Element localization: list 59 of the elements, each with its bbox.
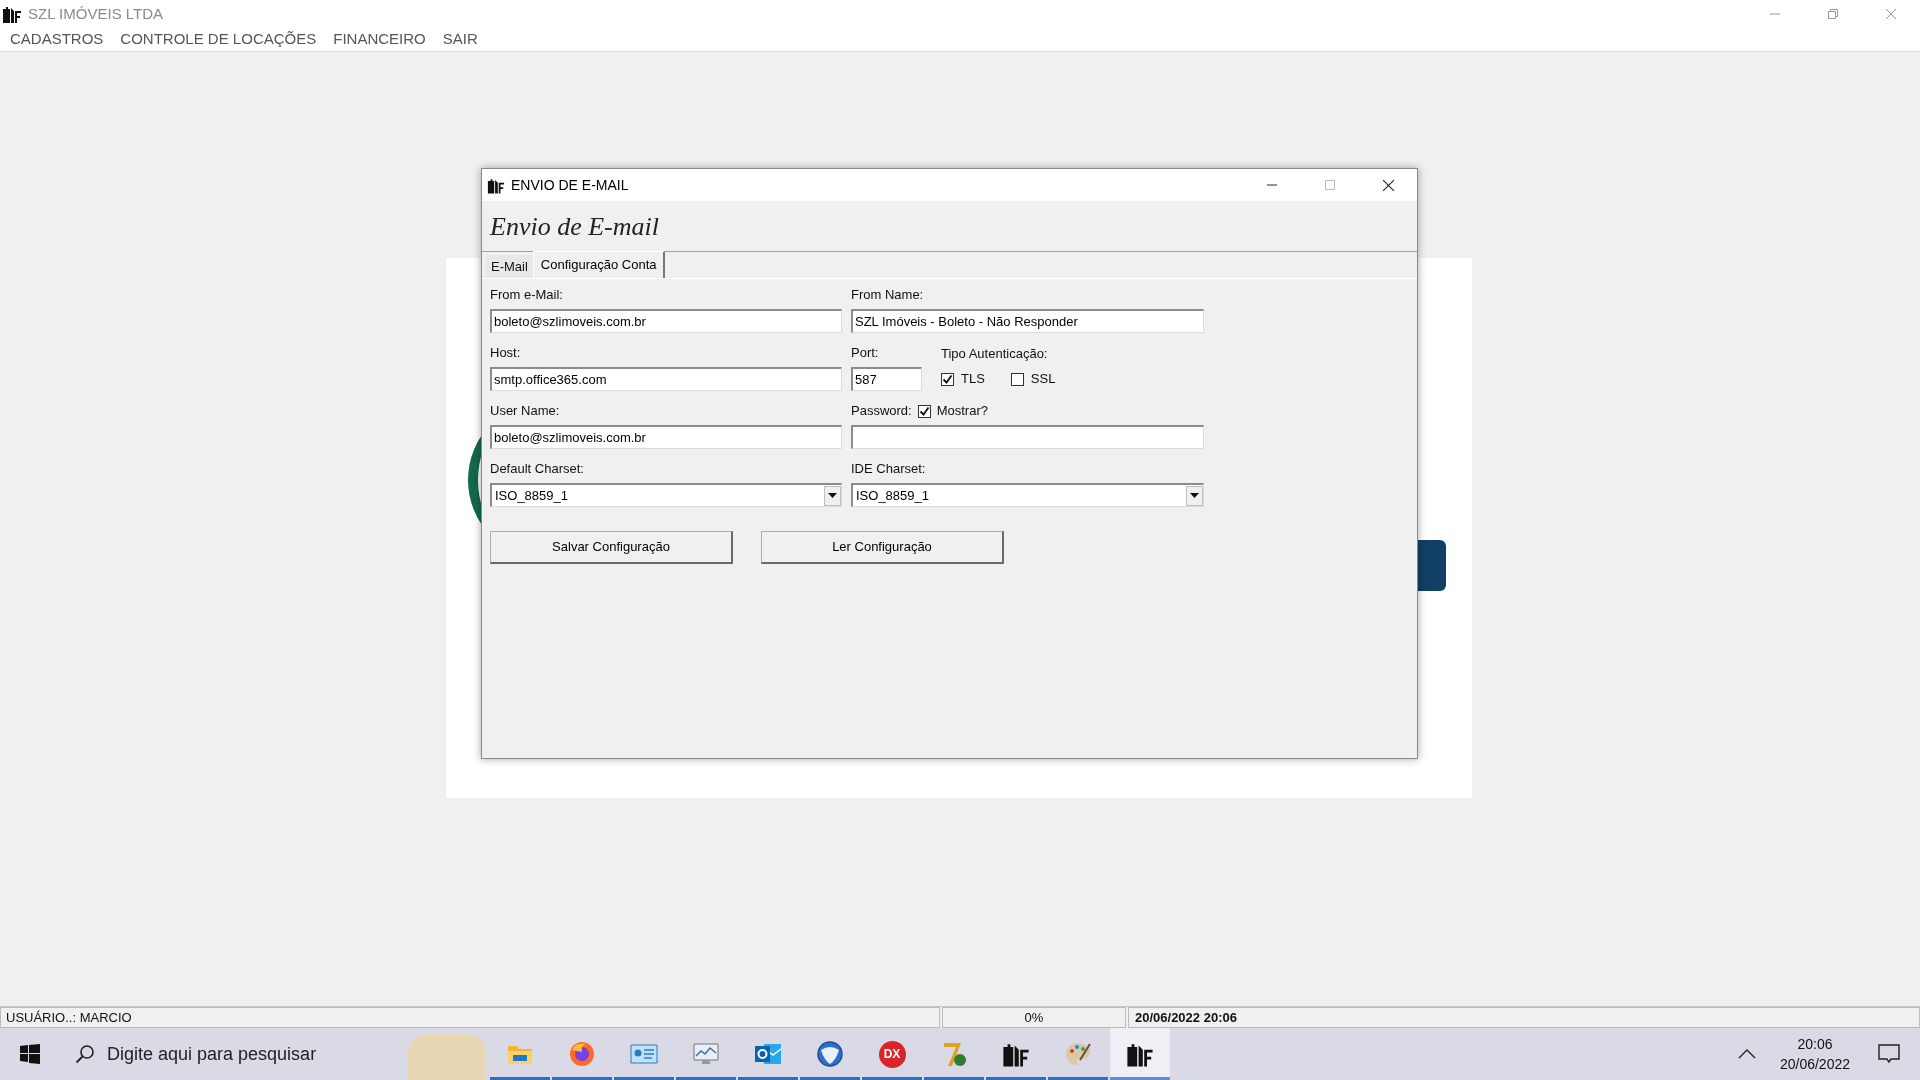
dropdown[interactable]: ISO_8859_1 (490, 483, 842, 507)
status-datetime: 20/06/2022 20:06 (1128, 1007, 1920, 1028)
taskbar-app[interactable] (1110, 1028, 1170, 1080)
taskbar-app[interactable]: DX (862, 1028, 922, 1080)
chevron-up-icon[interactable] (1737, 1049, 1756, 1059)
tab[interactable]: E-Mail (486, 255, 533, 278)
button[interactable]: Ler Configuração (761, 531, 1004, 564)
checkbox[interactable] (941, 372, 954, 386)
palette-icon (1064, 1040, 1092, 1068)
windows-icon (20, 1044, 40, 1064)
field-label: From Name: (851, 286, 925, 304)
input-field[interactable]: boleto@szlimoveis.com.br (490, 309, 842, 333)
field-label: IDE Charset: (851, 460, 927, 478)
tab[interactable]: Configuração Conta (532, 251, 666, 278)
input-field[interactable] (851, 425, 1204, 449)
checkbox-label[interactable]: Mostrar? (936, 401, 988, 421)
checkbox-label[interactable]: SSL (1030, 369, 1056, 389)
close-icon[interactable] (1381, 178, 1395, 192)
mail-icon (754, 1041, 782, 1067)
status-user: USUÁRIO..: MARCIO (0, 1007, 940, 1028)
restore-icon[interactable] (1827, 8, 1839, 20)
checkbox[interactable] (1010, 372, 1024, 386)
status-percent-text: 0% (1024, 1008, 1044, 1027)
app-logo-icon (2, 5, 22, 23)
app-logo-icon (1002, 1041, 1030, 1067)
field-label: User Name: (490, 402, 561, 420)
search-icon[interactable] (75, 1044, 95, 1064)
dialog-heading: Envio de E-mail (490, 210, 659, 243)
checkbox-label[interactable]: TLS (961, 369, 985, 389)
clock[interactable]: 20:06 20/06/2022 (1771, 1034, 1858, 1074)
input-field[interactable]: 587 (851, 367, 922, 391)
menu-item[interactable]: FINANCEIRO (333, 28, 426, 51)
app-title: SZL IMÓVEIS LTDA (28, 3, 164, 24)
field-label: Default Charset: (490, 460, 585, 478)
dropdown[interactable]: ISO_8859_1 (851, 483, 1204, 507)
maximize-icon (1324, 179, 1336, 191)
notification-icon[interactable] (1878, 1044, 1900, 1064)
field-label: From e-Mail: (490, 286, 564, 304)
monitor-chart-icon (692, 1042, 720, 1066)
input-field[interactable]: boleto@szlimoveis.com.br (490, 425, 842, 449)
dialog-title: ENVIO DE E-MAIL (511, 175, 629, 195)
field-label: Tipo Autenticação: (941, 345, 1049, 363)
menu-item[interactable]: SAIR (442, 28, 478, 51)
input-field[interactable]: SZL Imóveis - Boleto - Não Responder (851, 309, 1204, 333)
menu-item[interactable]: CADASTROS (10, 28, 104, 51)
menu-item[interactable]: CONTROLE DE LOCAÇÕES (120, 28, 317, 51)
id-card-icon (630, 1043, 658, 1065)
checkbox[interactable] (917, 404, 931, 418)
dx-icon: DX (878, 1040, 906, 1068)
app-logo-icon (1126, 1041, 1154, 1067)
field-label: Port: (851, 344, 880, 362)
search-field[interactable]: Digite aqui para pesquisar (107, 1039, 347, 1069)
button[interactable]: Salvar Configuração (490, 531, 733, 564)
folder-icon (507, 1043, 533, 1065)
input-field[interactable]: smtp.office365.com (490, 367, 842, 391)
field-label: Host: (490, 344, 522, 362)
browser-icon (569, 1041, 595, 1067)
field-label: Password: (851, 402, 912, 420)
dialog-logo-icon (487, 176, 505, 194)
